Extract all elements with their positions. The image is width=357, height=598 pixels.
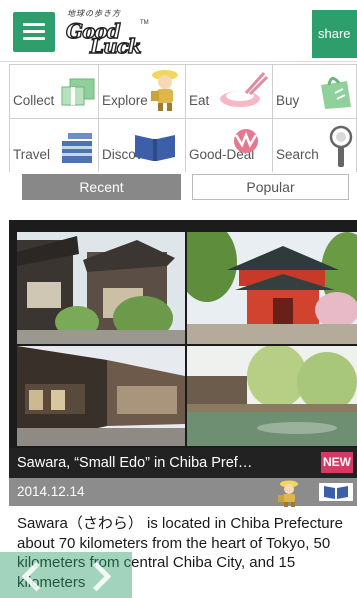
category-eat[interactable]: Eat [186, 65, 273, 119]
open-book-icon-badge [319, 483, 353, 501]
new-badge: NEW [321, 452, 353, 473]
category-label: Collect [13, 93, 55, 108]
logo-tagline: 地球の歩き方 [67, 9, 121, 18]
article-photo-collage [9, 220, 357, 450]
category-label: Explore [102, 93, 148, 108]
article-title-bar[interactable]: Sawara, “Small Edo” in Chiba Pref… NEW [9, 448, 357, 478]
app-logo[interactable]: 地球の歩き方 Good TM Luck [62, 6, 162, 59]
category-label: Buy [276, 93, 300, 108]
share-button[interactable]: share [312, 10, 357, 58]
chevron-left-icon[interactable] [10, 556, 56, 594]
plate-chopsticks-icon [220, 71, 268, 107]
category-good-deal[interactable]: Good-Deal [186, 119, 273, 173]
explorer-person-icon [278, 480, 298, 507]
photo-red-shrine [187, 232, 357, 344]
tab-recent[interactable]: Recent [22, 174, 181, 200]
hamburger-icon-bar [23, 37, 45, 40]
photo-canal [187, 346, 357, 446]
article-title[interactable]: Sawara, “Small Edo” in Chiba Pref… [17, 455, 317, 471]
logo-word-luck: Luck [89, 33, 142, 58]
shopping-bag-icon [321, 77, 351, 109]
open-book-icon [324, 486, 348, 499]
chevron-right-icon[interactable] [76, 556, 122, 594]
photo-shop-street [17, 346, 185, 446]
open-book-icon [135, 135, 175, 161]
gift-box-icon [61, 78, 95, 106]
app-header: 地球の歩き方 Good TM Luck share [0, 0, 357, 62]
category-discover[interactable]: Discover [99, 119, 186, 173]
category-travel[interactable]: Travel [9, 119, 99, 173]
category-collect[interactable]: Collect [9, 65, 99, 119]
article-meta-bar: 2014.12.14 [9, 478, 357, 507]
category-search[interactable]: Search [273, 119, 357, 173]
magnifier-icon [329, 125, 353, 167]
photo-old-houses [17, 232, 185, 344]
category-label: Eat [189, 93, 210, 108]
discount-tag-icon [234, 129, 258, 153]
logo-tm: TM [140, 20, 149, 26]
category-label: Travel [13, 147, 51, 162]
category-explore[interactable]: Explore [99, 65, 186, 119]
tab-bar: Recent Popular [0, 172, 357, 220]
tab-popular[interactable]: Popular [192, 174, 349, 200]
article-date: 2014.12.14 [17, 484, 85, 499]
category-label: Search [276, 147, 319, 162]
hamburger-icon-bar [23, 30, 45, 33]
article-card[interactable]: Sawara, “Small Edo” in Chiba Pref… NEW 2… [9, 220, 357, 598]
explorer-person-icon [151, 70, 178, 111]
category-buy[interactable]: Buy [273, 65, 357, 119]
menu-button[interactable] [13, 12, 55, 52]
luggage-icon [62, 133, 92, 163]
hamburger-icon-bar [23, 23, 45, 26]
category-grid: Collect Explore Eat Buy Travel Discover … [9, 64, 357, 173]
